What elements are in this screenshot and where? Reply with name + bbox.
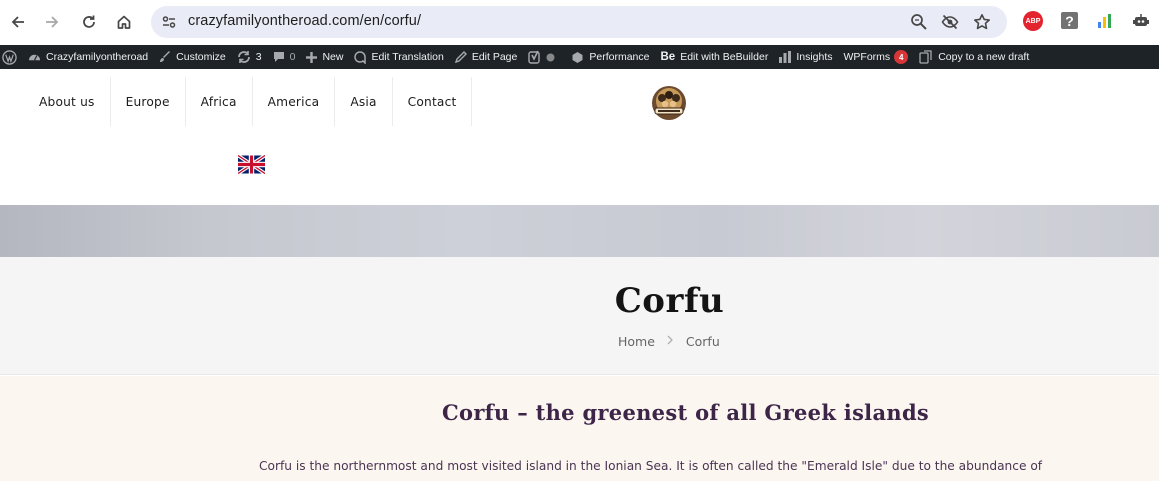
plus-icon [306,51,318,63]
performance-icon [571,51,584,64]
url-text[interactable]: crazyfamilyontheroad.com/en/corfu/ [188,13,421,29]
seo-status-dot-icon [546,53,555,62]
wpforms-label: WPForms [843,51,891,63]
menu-item-america[interactable]: America [253,77,336,126]
edit-page-link[interactable]: Edit Page [454,45,518,69]
site-logo[interactable] [650,85,688,121]
reload-icon [83,15,95,28]
help-extension-icon[interactable]: ? [1061,12,1078,29]
new-label: New [322,51,344,63]
site-name-label: Crazyfamilyontheroad [46,51,149,63]
bookmark-star-icon[interactable] [973,13,991,31]
copy-icon [919,50,933,64]
forward-button[interactable] [39,9,65,35]
robot-extension-icon[interactable] [1131,11,1151,31]
arrow-left-icon [11,16,24,28]
main-menu: About us Europe Africa America Asia Cont… [24,77,473,126]
arrow-right-icon [46,16,59,28]
breadcrumb-home-link[interactable]: Home [618,334,655,349]
updates-link[interactable]: 3 [237,45,262,69]
reload-button[interactable] [76,9,102,35]
breadcrumb-current: Corfu [685,334,720,349]
language-switcher-uk-flag-icon[interactable] [237,154,266,175]
wp-logo-menu[interactable] [2,45,17,69]
bebuilder-label: Edit with BeBuilder [680,51,769,63]
seo-menu[interactable] [528,45,560,69]
menu-item-africa[interactable]: Africa [186,77,253,126]
comments-link[interactable]: 0 [273,45,296,69]
site-name-menu[interactable]: Crazyfamilyontheroad [28,45,148,69]
article-content: Corfu – the greenest of all Greek island… [0,376,1159,481]
home-button[interactable] [111,9,137,35]
address-bar[interactable]: crazyfamilyontheroad.com/en/corfu/ [151,6,1007,38]
home-icon [117,15,131,29]
customize-link[interactable]: Customize [159,45,226,69]
article-paragraph: Corfu is the northernmost and most visit… [259,459,1043,473]
browser-toolbar: crazyfamilyontheroad.com/en/corfu/ ABP ? [0,0,1159,45]
comments-count: 0 [289,51,296,63]
edit-translation-link[interactable]: Edit Translation [354,45,444,69]
new-content-menu[interactable]: New [306,45,343,69]
dashboard-icon [28,51,41,64]
page-title: Corfu [614,281,725,321]
comment-icon [273,51,285,63]
wp-admin-bar: Crazyfamilyontheroad Customize 3 0 New E… [0,45,1159,69]
edit-translation-label: Edit Translation [371,51,444,63]
zoom-icon[interactable] [910,13,928,31]
insights-link[interactable]: Insights [779,45,833,69]
updates-count: 3 [255,51,262,63]
wordpress-icon [2,49,17,65]
chevron-right-icon [667,335,674,348]
edit-page-label: Edit Page [471,51,518,63]
wpforms-notification-badge: 4 [894,50,909,64]
menu-item-about-us[interactable]: About us [24,77,111,126]
back-button[interactable] [5,9,31,35]
menu-item-asia[interactable]: Asia [335,77,393,126]
copy-draft-label: Copy to a new draft [938,51,1030,63]
breadcrumb: Home Corfu [618,334,720,349]
bar-chart-icon [779,51,792,63]
site-info-icon[interactable] [161,14,177,30]
brush-icon [159,51,171,63]
updates-icon [237,51,251,63]
analytics-extension-icon[interactable] [1095,11,1115,31]
hero-banner-image [0,205,1159,257]
yoast-icon [528,50,541,64]
eye-off-icon[interactable] [941,13,959,31]
article-heading: Corfu – the greenest of all Greek island… [442,400,930,425]
bebuilder-logo-text: Be [660,51,676,63]
performance-label: Performance [589,51,650,63]
wpforms-link[interactable]: WPForms 4 [844,45,909,69]
copy-draft-link[interactable]: Copy to a new draft [919,45,1029,69]
performance-menu[interactable]: Performance [571,45,649,69]
adblock-extension-icon[interactable]: ABP [1023,11,1043,31]
insights-label: Insights [796,51,833,63]
bebuilder-link[interactable]: Be Edit with BeBuilder [660,45,768,69]
customize-label: Customize [176,51,226,63]
page-title-section: Corfu Home Corfu [0,257,1159,375]
translate-icon [354,50,367,64]
pencil-icon [454,51,467,63]
menu-item-contact[interactable]: Contact [393,77,473,126]
menu-item-europe[interactable]: Europe [111,77,186,126]
